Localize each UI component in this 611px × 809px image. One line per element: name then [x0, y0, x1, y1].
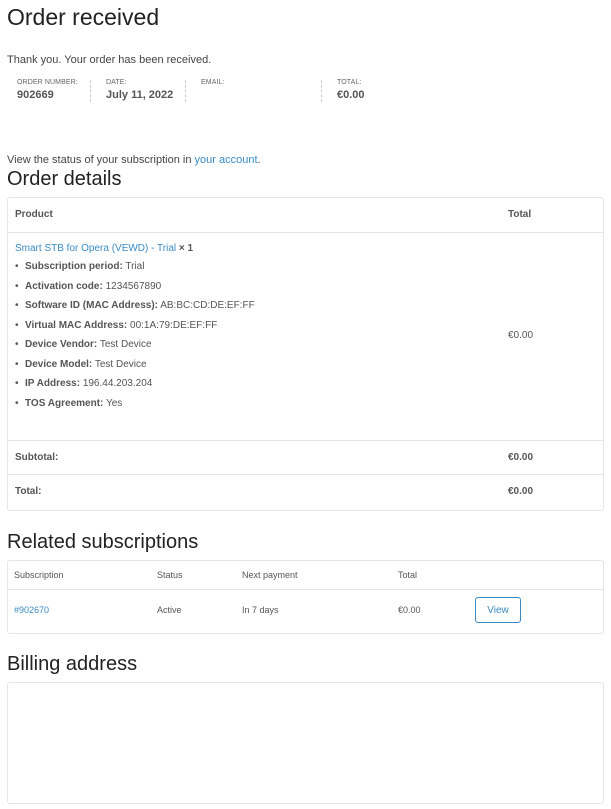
- order-total-value: €0.00: [337, 89, 365, 101]
- order-email-label: EMAIL:: [201, 79, 225, 86]
- subscription-total: €0.00: [398, 605, 421, 615]
- product-quantity: × 1: [178, 243, 194, 254]
- order-email: EMAIL:: [201, 79, 225, 89]
- subtotal-value: €0.00: [508, 452, 534, 463]
- meta-ip-address: IP Address: 196.44.203.204: [15, 378, 255, 398]
- line-item-total: €0.00: [508, 330, 534, 341]
- product-line: Smart STB for Opera (VEWD) - Trial × 1: [15, 243, 193, 254]
- table-divider: [8, 440, 603, 441]
- meta-device-model: Device Model: Test Device: [15, 359, 255, 379]
- meta-activation-code: Activation code: 1234567890: [15, 281, 255, 301]
- overview-divider: [185, 80, 186, 102]
- order-date: DATE: July 11, 2022: [106, 79, 173, 101]
- order-details-table: Product Total Smart STB for Opera (VEWD)…: [7, 197, 604, 511]
- column-header-total: Total: [508, 209, 532, 220]
- column-header-next-payment: Next payment: [242, 570, 298, 580]
- overview-divider: [321, 80, 322, 102]
- column-header-total: Total: [398, 570, 418, 580]
- order-total: TOTAL: €0.00: [337, 79, 365, 101]
- related-subscriptions-heading: Related subscriptions: [7, 531, 199, 553]
- meta-device-vendor: Device Vendor: Test Device: [15, 339, 255, 359]
- subtotal-label: Subtotal:: [15, 452, 59, 463]
- order-total-label: TOTAL:: [337, 79, 362, 86]
- subscription-status-text: View the status of your subscription in …: [7, 154, 261, 166]
- subscription-status-suffix: .: [257, 154, 261, 166]
- your-account-link[interactable]: your account: [195, 154, 258, 166]
- billing-address-heading: Billing address: [7, 653, 138, 675]
- column-header-product: Product: [15, 209, 53, 220]
- overview-divider: [90, 80, 91, 102]
- subscription-status: Active: [157, 605, 182, 615]
- column-header-status: Status: [157, 570, 183, 580]
- subscription-next-payment: In 7 days: [242, 605, 279, 615]
- meta-virtual-mac: Virtual MAC Address: 00:1A:79:DE:EF:FF: [15, 320, 255, 340]
- table-divider: [8, 474, 603, 475]
- table-divider: [8, 232, 603, 233]
- total-value: €0.00: [508, 486, 534, 497]
- table-divider: [8, 589, 603, 590]
- view-subscription-button[interactable]: View: [475, 597, 521, 623]
- meta-software-id: Software ID (MAC Address): AB:BC:CD:DE:E…: [15, 300, 255, 320]
- product-link[interactable]: Smart STB for Opera (VEWD) - Trial: [15, 243, 176, 254]
- order-date-value: July 11, 2022: [106, 89, 174, 101]
- total-label: Total:: [15, 486, 42, 497]
- thank-you-message: Thank you. Your order has been received.: [7, 54, 212, 66]
- order-number: ORDER NUMBER: 902669: [17, 79, 78, 101]
- order-number-label: ORDER NUMBER:: [17, 79, 78, 86]
- product-meta-list: Subscription period: Trial Activation co…: [15, 261, 255, 417]
- billing-address-box: [7, 682, 604, 804]
- order-date-label: DATE:: [106, 79, 127, 86]
- meta-tos-agreement: TOS Agreement: Yes: [15, 398, 255, 418]
- column-header-subscription: Subscription: [14, 570, 64, 580]
- order-details-heading: Order details: [7, 168, 122, 190]
- meta-subscription-period: Subscription period: Trial: [15, 261, 255, 281]
- subscription-status-prefix: View the status of your subscription in: [7, 154, 195, 166]
- order-number-value: 902669: [17, 89, 54, 101]
- page-title: Order received: [7, 4, 160, 30]
- subscription-id-link[interactable]: #902670: [14, 605, 49, 615]
